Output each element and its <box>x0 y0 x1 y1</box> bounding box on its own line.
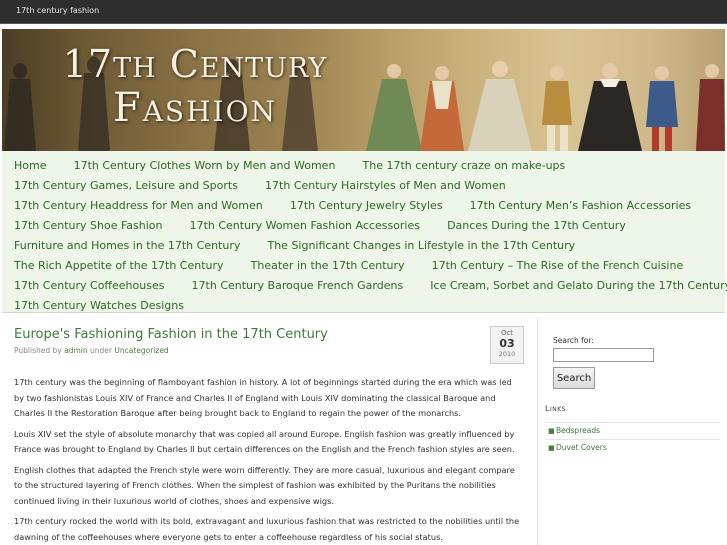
nav-row: The Rich Appetite of the 17th Century Th… <box>14 254 725 274</box>
nav-link-dances[interactable]: Dances During the 17th Century <box>447 216 626 236</box>
nav-link-rich-appetite[interactable]: The Rich Appetite of the 17th Century <box>14 256 224 276</box>
nav-link-ice-cream[interactable]: Ice Cream, Sorbet and Gelato During the … <box>430 276 727 296</box>
nav-link-furniture[interactable]: Furniture and Homes in the 17th Century <box>14 236 240 256</box>
search-button[interactable]: Search <box>553 367 595 389</box>
post-meta: Published by admin under Uncategorized <box>14 346 524 355</box>
nav-link-lifestyle[interactable]: The Significant Changes in Lifestyle in … <box>267 236 575 256</box>
date-day: 03 <box>499 337 515 350</box>
nav-link-coffeehouses[interactable]: 17th Century Coffeehouses <box>14 276 164 296</box>
post-header: Europe's Fashioning Fashion in the 17th … <box>14 326 524 355</box>
nav-row: Furniture and Homes in the 17th Century … <box>14 234 725 254</box>
nav-link-theater[interactable]: Theater in the 17th Century <box>251 256 405 276</box>
nav-link-games[interactable]: 17th Century Games, Leisure and Sports <box>14 176 238 196</box>
nav-row: 17th Century Watches Designs <box>14 294 725 314</box>
under-text: under <box>89 346 112 355</box>
post-paragraph: 17th century was the beginning of flambo… <box>14 377 512 418</box>
nav-link-jewelry[interactable]: 17th Century Jewelry Styles <box>290 196 443 216</box>
sidebar-divider <box>537 318 538 545</box>
nav-link-headdress[interactable]: 17th Century Headdress for Men and Women <box>14 196 263 216</box>
post-content: 17th century was the beginning of flambo… <box>14 375 524 545</box>
nav-link-shoe-fashion[interactable]: 17th Century Shoe Fashion <box>14 216 162 236</box>
date-month: Oct <box>500 329 514 337</box>
post-paragraph: Louis XIV set the style of absolute mona… <box>14 428 515 455</box>
links-heading: Links <box>545 404 566 413</box>
nav-row: Home 17th Century Clothes Worn by Men an… <box>14 154 725 174</box>
link-duvet-covers[interactable]: Duvet Covers <box>556 443 607 452</box>
post-date-badge: Oct 03 2010 <box>490 326 524 364</box>
author-link[interactable]: admin <box>64 346 88 355</box>
post-paragraph: 17th century rocked the world with its b… <box>14 516 520 542</box>
nav-link-french-cuisine[interactable]: 17th Century – The Rise of the French Cu… <box>432 256 684 276</box>
site-title-line1: 17th Century <box>62 42 328 86</box>
nav-link-women-accessories[interactable]: 17th Century Women Fashion Accessories <box>190 216 420 236</box>
site-name-link[interactable]: 17th century fashion <box>16 6 99 15</box>
nav-link-hairstyles[interactable]: 17th Century Hairstyles of Men and Women <box>265 176 506 196</box>
nav-link-mens-accessories[interactable]: 17th Century Men’s Fashion Accessories <box>470 196 691 216</box>
links-list: ■Bedspreads ■Duvet Covers <box>545 422 720 456</box>
top-bar: 17th century fashion <box>0 0 727 24</box>
published-by-text: Published by <box>14 346 62 355</box>
post-paragraph: English clothes that adapted the French … <box>14 464 515 506</box>
list-item: ■Duvet Covers <box>545 439 720 456</box>
bullet-icon: ■ <box>548 427 555 435</box>
bullet-icon: ■ <box>548 444 555 452</box>
site-title-line2: Fashion <box>112 85 278 131</box>
search-label: Search for: <box>553 336 594 345</box>
list-item: ■Bedspreads <box>545 422 720 439</box>
nav-row: 17th Century Headdress for Men and Women… <box>14 194 725 214</box>
nav-row: 17th Century Coffeehouses 17th Century B… <box>14 274 727 296</box>
category-link[interactable]: Uncategorized <box>114 346 168 355</box>
sidebar: Search for: Search Links ■Bedspreads ■Du… <box>545 336 720 456</box>
post-title[interactable]: Europe's Fashioning Fashion in the 17th … <box>14 326 524 343</box>
nav-link-make-ups[interactable]: The 17th century craze on make-ups <box>363 156 566 176</box>
date-year: 2010 <box>498 350 516 358</box>
nav-link-clothes[interactable]: 17th Century Clothes Worn by Men and Wom… <box>74 156 336 176</box>
nav-row: 17th Century Games, Leisure and Sports 1… <box>14 174 725 194</box>
main-navigation: Home 17th Century Clothes Worn by Men an… <box>2 151 727 314</box>
nav-row: 17th Century Shoe Fashion 17th Century W… <box>14 214 725 234</box>
nav-link-home[interactable]: Home <box>14 156 46 176</box>
nav-link-gardens[interactable]: 17th Century Baroque French Gardens <box>192 276 404 296</box>
search-input[interactable] <box>553 348 654 362</box>
header-banner[interactable]: 17th Century Fashion <box>2 29 725 151</box>
site-title[interactable]: 17th Century Fashion <box>40 43 350 131</box>
nav-link-watches[interactable]: 17th Century Watches Designs <box>14 296 184 316</box>
link-bedspreads[interactable]: Bedspreads <box>556 426 600 435</box>
